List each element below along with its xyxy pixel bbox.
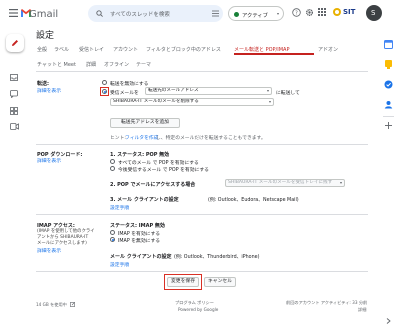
activity-details-link[interactable]: 詳細 xyxy=(358,307,366,313)
right-side-panel xyxy=(378,30,400,326)
add-addon-icon[interactable] xyxy=(385,122,392,129)
forward-address-select[interactable]: 転送先のメールアドレス xyxy=(145,87,272,95)
chat-icon[interactable] xyxy=(10,90,18,98)
tab-general[interactable]: 全般 xyxy=(37,46,47,53)
chevron-down-icon xyxy=(277,13,279,15)
pop-step3: 3. メール クライアントの設定 xyxy=(110,197,179,203)
storage-usage: 14 GB を使用中 xyxy=(36,302,67,307)
forward-action-value: SHIBAURA-IT メールのメールを削除する xyxy=(113,99,199,104)
svg-text:?: ? xyxy=(295,10,298,16)
tab-filters[interactable]: フィルタとブロック中のアドレス xyxy=(146,46,221,53)
tab-themes[interactable]: テーマ xyxy=(136,61,151,68)
divider-line xyxy=(383,116,394,117)
chevron-down-icon xyxy=(269,101,271,103)
compose-button[interactable] xyxy=(6,34,24,52)
imap-client-settings: メール クライアントの設定 xyxy=(110,254,172,260)
tab-forwarding-pop-imap[interactable]: メール転送と POP/IMAP xyxy=(234,46,289,53)
status-dropdown[interactable]: アクティブ xyxy=(228,6,284,21)
tabs-divider xyxy=(36,71,368,72)
imap-disable-radio[interactable] xyxy=(110,237,115,242)
pop-action-value: SHIBAURA-IT メールのメールを受信トレイに残す xyxy=(228,180,333,185)
calendar-icon[interactable] xyxy=(384,40,393,49)
keep-icon[interactable] xyxy=(385,60,392,69)
chevron-right-icon[interactable] xyxy=(386,318,391,324)
imap-status: ステータス: IMAP 無効 xyxy=(110,223,165,229)
avatar[interactable]: S xyxy=(366,5,382,21)
status-label: アクティブ xyxy=(242,13,268,19)
left-rail xyxy=(0,30,28,326)
save-button[interactable]: 変更を保存 xyxy=(167,277,199,287)
tab-offline[interactable]: オフライン xyxy=(104,61,129,68)
tab-labels[interactable]: ラベル xyxy=(54,46,69,53)
search-placeholder: すべてのスレッドを検索 xyxy=(110,12,170,18)
pop-all-label: すべてのメール で POP を有効にする xyxy=(118,161,199,166)
powered-by: Powered by Google xyxy=(178,307,219,312)
cancel-button[interactable]: キャンセル xyxy=(204,277,236,287)
meet-icon[interactable] xyxy=(10,123,19,130)
search-icon[interactable] xyxy=(96,10,103,17)
external-link-icon[interactable] xyxy=(70,302,75,307)
page-title: 設定 xyxy=(36,31,55,41)
imap-divider xyxy=(36,271,368,272)
tab-inbox[interactable]: 受信トレイ xyxy=(79,46,104,53)
tab-chat-meet[interactable]: チャットと Meet xyxy=(37,61,76,68)
search-bar[interactable]: すべてのスレッドを検索 xyxy=(88,5,223,22)
forward-action-select[interactable]: SHIBAURA-IT メールのメールを削除する xyxy=(110,98,274,106)
pop-from-now-label: 今後受信するメール で POP を有効にする xyxy=(118,168,209,173)
forward-suffix-label: に転送して xyxy=(276,91,300,96)
spaces-icon[interactable] xyxy=(10,107,18,115)
apps-grid-icon[interactable] xyxy=(318,8,326,16)
imap-label: IMAP アクセス: xyxy=(37,223,75,229)
chevron-down-icon xyxy=(340,182,342,184)
contacts-icon[interactable] xyxy=(384,100,393,109)
create-filter-link[interactable]: フィルタを作成 xyxy=(125,134,158,141)
pop-status: 1. ステータス: POP 無効 xyxy=(110,152,170,158)
forwarding-enable-radio[interactable] xyxy=(102,89,107,94)
imap-enable-radio[interactable] xyxy=(110,230,115,235)
chevron-down-icon xyxy=(267,90,269,92)
forwarding-divider xyxy=(36,144,368,145)
pop-step2: 2. POP でメールにアクセスする場合 xyxy=(110,182,196,188)
imap-enable-label: IMAP を有効にする xyxy=(118,232,161,237)
pop-from-now-radio[interactable] xyxy=(110,166,115,171)
last-activity: 前回のアカウント アクティビティ: 33 分前 xyxy=(286,300,368,305)
active-tab-indicator xyxy=(234,53,314,55)
pop-divider xyxy=(36,214,368,215)
add-forwarding-address-button[interactable]: 転送先アドレスを追加 xyxy=(110,118,180,128)
menu-icon[interactable] xyxy=(9,9,18,17)
status-dot-icon xyxy=(234,12,239,17)
brand-text: SIT xyxy=(343,8,356,16)
inbox-icon[interactable] xyxy=(10,74,18,81)
forwarding-disable-label: 転送を無効にする xyxy=(110,82,149,87)
tab-accounts[interactable]: アカウント xyxy=(113,46,138,53)
hint-prefix: ヒント: xyxy=(110,136,127,141)
imap-client-examples: (例: Outlook、Thunderbird、iPhone) xyxy=(174,255,260,260)
settings-panel: 設定 全般 ラベル 受信トレイ アカウント フィルタとブロック中のアドレス メー… xyxy=(28,24,376,326)
tab-advanced[interactable]: 詳細 xyxy=(86,61,96,68)
pop-step3-examples: (例: Outlook、Eudora、Netscape Mail) xyxy=(208,198,299,203)
forwarding-label: 転送: xyxy=(37,81,49,87)
forwarding-details-link[interactable]: 詳細を表示 xyxy=(37,87,61,94)
help-icon[interactable]: ? xyxy=(292,8,301,17)
search-options-icon[interactable] xyxy=(212,10,219,17)
imap-setup-link[interactable]: 設定手順 xyxy=(110,261,129,268)
imap-disable-label: IMAP を無効にする xyxy=(118,239,161,244)
settings-gear-icon[interactable] xyxy=(305,8,314,17)
avatar-letter: S xyxy=(371,9,376,17)
imap-details-link[interactable]: 詳細を表示 xyxy=(37,247,61,254)
pencil-icon xyxy=(11,39,19,47)
brand-logo: SIT xyxy=(332,7,362,17)
tab-addons[interactable]: アドオン xyxy=(318,46,338,53)
pop-setup-link[interactable]: 設定手順 xyxy=(110,204,129,211)
forward-address-value: 転送先のメールアドレス xyxy=(148,88,199,93)
forwarding-disable-radio[interactable] xyxy=(102,80,107,85)
app-name: Gmail xyxy=(29,9,59,20)
pop-details-link[interactable]: 詳細を表示 xyxy=(37,157,61,164)
tasks-icon[interactable] xyxy=(384,80,393,89)
program-policy-link[interactable]: プログラム ポリシー xyxy=(175,300,214,306)
forwarding-enable-label: 受信メールを xyxy=(110,91,139,96)
pop-all-radio[interactable] xyxy=(110,159,115,164)
pop-action-select[interactable]: SHIBAURA-IT メールのメールを受信トレイに残す xyxy=(225,179,345,187)
hint-suffix: し、特定のメールだけを転送することもできます。 xyxy=(156,136,266,141)
